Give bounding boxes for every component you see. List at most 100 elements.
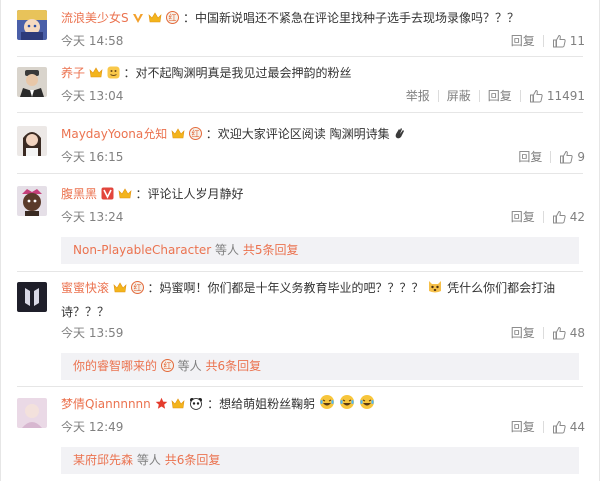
username[interactable]: 流浪美少女S: [61, 11, 129, 25]
thumbs-up-icon: [552, 326, 566, 339]
red-circle-badge-icon: 红: [188, 126, 202, 146]
v-square-badge-icon: [101, 186, 114, 206]
crown-badge-icon: [171, 396, 185, 416]
comment-item: 腹黑黑 ：评论让人岁月静好 今天 13:24 回复 42: [17, 184, 585, 230]
comment-item: 蜜蜜快滚 红 ：妈蜜啊！你们都是十年义务教育毕业的吧？？？？ 凭什么你们都会打油…: [17, 276, 585, 346]
comment-time: 今天 14:58: [61, 34, 124, 48]
like-button[interactable]: 48: [544, 326, 585, 340]
svg-text:红: 红: [163, 361, 171, 371]
separator: [17, 56, 583, 57]
crown-badge-icon: [171, 126, 185, 146]
shocked-cat-emoji-icon: [427, 278, 443, 300]
separator: [17, 112, 583, 113]
reply-button[interactable]: 回复: [510, 148, 550, 165]
reply-summary[interactable]: Non-PlayableCharacter 等人 共5条回复: [61, 237, 579, 264]
comment-text: ：欢迎大家评论区阅读 陶渊明诗集: [205, 127, 390, 141]
laughing-cry-emoji-icon: [359, 394, 375, 416]
reply-button[interactable]: 回复: [480, 87, 520, 104]
comment-time: 今天 12:49: [61, 420, 124, 434]
logo-avatar[interactable]: [17, 282, 47, 312]
comment-item: MaydayYoona允知 红 ：欢迎大家评论区阅读 陶渊明诗集 今天 16:1…: [17, 124, 585, 170]
comment-panel: 流浪美少女S 红 ：中国新说唱还不紧急在评论里找种子选手去现场录像吗？？？ 今天…: [0, 0, 600, 481]
like-button[interactable]: 11491: [521, 89, 585, 103]
like-button[interactable]: 9: [551, 150, 585, 164]
reply-summary[interactable]: 某府邱先森 等人 共6条回复: [61, 447, 579, 474]
reply-label: 等人: [215, 243, 240, 257]
block-button[interactable]: 屏蔽: [439, 87, 479, 104]
dark-avatar[interactable]: [17, 186, 47, 216]
comment-text: ：妈蜜啊！你们都是十年义务教育毕业的吧？？？？: [147, 281, 424, 295]
comment-item: 养子 ：对不起陶渊明真是我见过最会押韵的粉丝 今天 13:04 举报 屏蔽 回复…: [17, 63, 585, 109]
comment-time: 今天 13:24: [61, 210, 124, 224]
like-count: 11: [569, 33, 585, 48]
username[interactable]: 养子: [61, 66, 85, 80]
separator: [17, 386, 583, 387]
reply-button[interactable]: 回复: [503, 418, 543, 435]
thumbs-up-icon: [552, 420, 566, 433]
thumbs-up-icon: [552, 210, 566, 223]
thumbs-up-icon: [560, 150, 574, 163]
comment-time: 今天 16:15: [61, 150, 124, 164]
reply-label: 等人: [136, 453, 161, 467]
username[interactable]: 腹黑黑: [61, 187, 97, 201]
report-button[interactable]: 举报: [398, 87, 438, 104]
clap-hands-icon: [393, 126, 407, 146]
username[interactable]: 梦倩Qiannnnnn: [61, 397, 151, 411]
comment-item: 梦倩Qiannnnnn ：想给萌姐粉丝鞠躬 今天 12:49 回复 44: [17, 392, 585, 438]
emoji-face-icon: [107, 65, 120, 85]
like-count: 44: [569, 419, 585, 434]
svg-text:红: 红: [133, 283, 141, 293]
reply-username[interactable]: 你的睿智哪来的: [73, 359, 157, 373]
crown-badge-icon: [89, 65, 103, 85]
separator: [17, 271, 583, 272]
username[interactable]: 蜜蜜快滚: [61, 281, 109, 295]
red-star-icon: [155, 396, 168, 416]
comment-text: ：评论让人岁月静好: [135, 187, 244, 201]
reply-button[interactable]: 回复: [503, 324, 543, 341]
crown-badge-icon: [113, 280, 127, 300]
username[interactable]: MaydayYoona允知: [61, 127, 167, 141]
like-count: 11491: [546, 88, 585, 103]
comment-text: ：中国新说唱还不紧急在评论里找种子选手去现场录像吗？？？: [182, 11, 519, 25]
laughing-cry-emoji-icon: [339, 394, 355, 416]
like-count: 48: [569, 325, 585, 340]
reply-count[interactable]: 共6条回复: [165, 453, 221, 467]
comment-text: ：对不起陶渊明真是我见过最会押韵的粉丝: [123, 66, 352, 80]
separator: [17, 173, 583, 174]
svg-text:红: 红: [169, 13, 177, 23]
pink-avatar[interactable]: [17, 398, 47, 428]
man-avatar[interactable]: [17, 67, 47, 97]
comment-time: 今天 13:04: [61, 89, 124, 103]
red-circle-badge-icon: 红: [130, 280, 144, 300]
reply-summary[interactable]: 你的睿智哪来的 红 等人 共6条回复: [61, 353, 579, 380]
reply-button[interactable]: 回复: [503, 208, 543, 225]
comment-text-continued: 凭什么你们都会打油: [447, 281, 556, 295]
reply-label: 等人: [177, 359, 202, 373]
panda-icon: [189, 396, 203, 416]
thumbs-up-icon: [529, 89, 543, 102]
comment-text-continued: 诗？？？: [61, 305, 110, 319]
red-circle-badge-icon: 红: [160, 355, 174, 382]
like-button[interactable]: 11: [544, 34, 585, 48]
reply-button[interactable]: 回复: [503, 32, 543, 49]
svg-text:红: 红: [191, 129, 199, 139]
comment-item: 流浪美少女S 红 ：中国新说唱还不紧急在评论里找种子选手去现场录像吗？？？ 今天…: [17, 8, 585, 54]
crown-badge-icon: [118, 186, 132, 206]
comment-time: 今天 13:59: [61, 326, 124, 340]
like-button[interactable]: 42: [544, 210, 585, 224]
like-count: 42: [569, 209, 585, 224]
verified-v-icon: [132, 10, 144, 30]
laughing-cry-emoji-icon: [319, 394, 335, 416]
reply-count[interactable]: 共5条回复: [243, 243, 299, 257]
comment-text: ：想给萌姐粉丝鞠躬: [207, 397, 316, 411]
reply-username[interactable]: Non-PlayableCharacter: [73, 243, 211, 257]
thumbs-up-icon: [552, 34, 566, 47]
like-button[interactable]: 44: [544, 420, 585, 434]
crown-badge-icon: [148, 10, 162, 30]
reply-username[interactable]: 某府邱先森: [73, 453, 133, 467]
reply-count[interactable]: 共6条回复: [206, 359, 262, 373]
red-circle-badge-icon: 红: [166, 10, 180, 30]
woman-avatar[interactable]: [17, 126, 47, 156]
anime-avatar[interactable]: [17, 10, 47, 40]
like-count: 9: [577, 149, 585, 164]
